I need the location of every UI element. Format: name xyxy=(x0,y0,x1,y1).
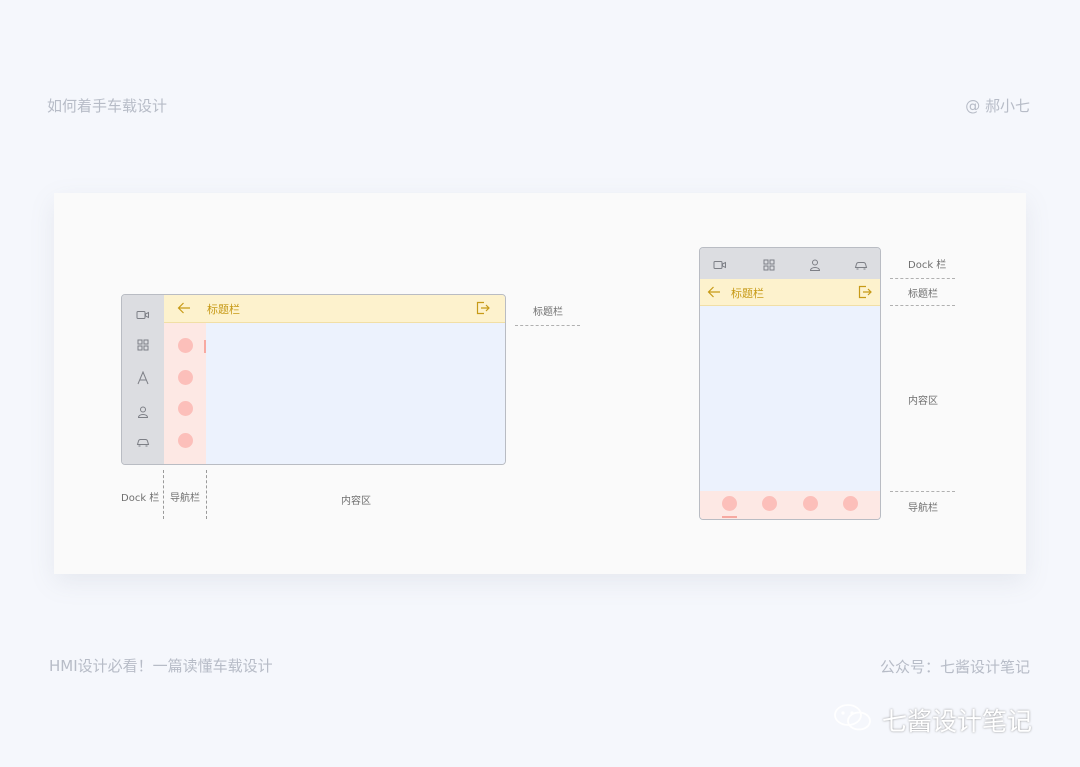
portrait-title-bar: 标题栏 xyxy=(700,279,880,306)
portrait-nav-label: 导航栏 xyxy=(908,503,938,514)
user-icon xyxy=(136,405,150,419)
landscape-dock-bar xyxy=(122,295,164,464)
back-arrow-icon[interactable] xyxy=(177,301,191,315)
portrait-title-text: 标题栏 xyxy=(731,287,764,300)
exit-icon[interactable] xyxy=(858,285,872,299)
apps-grid-icon xyxy=(762,258,776,272)
landscape-nav-bar xyxy=(164,323,206,464)
landscape-dock-label: Dock 栏 xyxy=(121,493,160,504)
landscape-title-bar: 标题栏 xyxy=(164,295,505,323)
nav-item[interactable] xyxy=(803,496,818,511)
author-label: @ 郝小七 xyxy=(965,97,1030,115)
diagram-card: 标题栏 标题栏 Dock 栏 导航栏 内容区 标题栏 Dock 栏 标题栏 内容… xyxy=(54,193,1026,574)
landscape-nav-label: 导航栏 xyxy=(170,493,200,504)
landscape-content-area xyxy=(206,323,505,464)
landscape-title-text: 标题栏 xyxy=(207,303,240,316)
apps-grid-icon xyxy=(136,338,150,352)
dock-guide-line xyxy=(890,278,955,279)
car-icon xyxy=(136,435,150,449)
nav-item[interactable] xyxy=(178,401,193,416)
wechat-icon xyxy=(834,704,871,731)
nav-guide-line xyxy=(890,491,955,492)
title-guide-line xyxy=(890,305,955,306)
landscape-device: 标题栏 xyxy=(121,294,506,465)
navigation-icon xyxy=(136,371,150,385)
watermark-text: 七酱设计笔记 xyxy=(882,707,1033,736)
footer-article-title: HMI设计必看！一篇读懂车载设计 xyxy=(49,657,273,675)
camera-icon xyxy=(713,258,727,272)
page-title: 如何着手车载设计 xyxy=(47,97,168,115)
nav-item[interactable] xyxy=(843,496,858,511)
dock-guide-line xyxy=(163,470,164,519)
nav-item[interactable] xyxy=(178,338,193,353)
portrait-nav-bar xyxy=(700,491,880,519)
car-icon xyxy=(854,258,868,272)
title-guide-line xyxy=(515,325,580,326)
portrait-title-label: 标题栏 xyxy=(908,289,938,300)
user-icon xyxy=(808,258,822,272)
landscape-content-label: 内容区 xyxy=(341,496,371,507)
nav-guide-line xyxy=(206,470,207,519)
watermark: 七酱设计笔记 xyxy=(832,700,1046,736)
camera-icon xyxy=(136,308,150,322)
footer-account: 公众号：七酱设计笔记 xyxy=(879,658,1030,676)
back-arrow-icon[interactable] xyxy=(707,285,721,299)
nav-item[interactable] xyxy=(178,370,193,385)
landscape-title-label: 标题栏 xyxy=(533,307,563,318)
portrait-dock-label: Dock 栏 xyxy=(908,260,947,271)
portrait-dock-bar xyxy=(700,248,880,279)
exit-icon[interactable] xyxy=(476,301,490,315)
portrait-content-label: 内容区 xyxy=(908,396,938,407)
portrait-device: 标题栏 xyxy=(699,247,881,520)
nav-item[interactable] xyxy=(178,433,193,448)
nav-active-indicator xyxy=(722,516,737,518)
nav-item[interactable] xyxy=(722,496,737,511)
nav-item[interactable] xyxy=(762,496,777,511)
portrait-content-area xyxy=(700,306,880,491)
